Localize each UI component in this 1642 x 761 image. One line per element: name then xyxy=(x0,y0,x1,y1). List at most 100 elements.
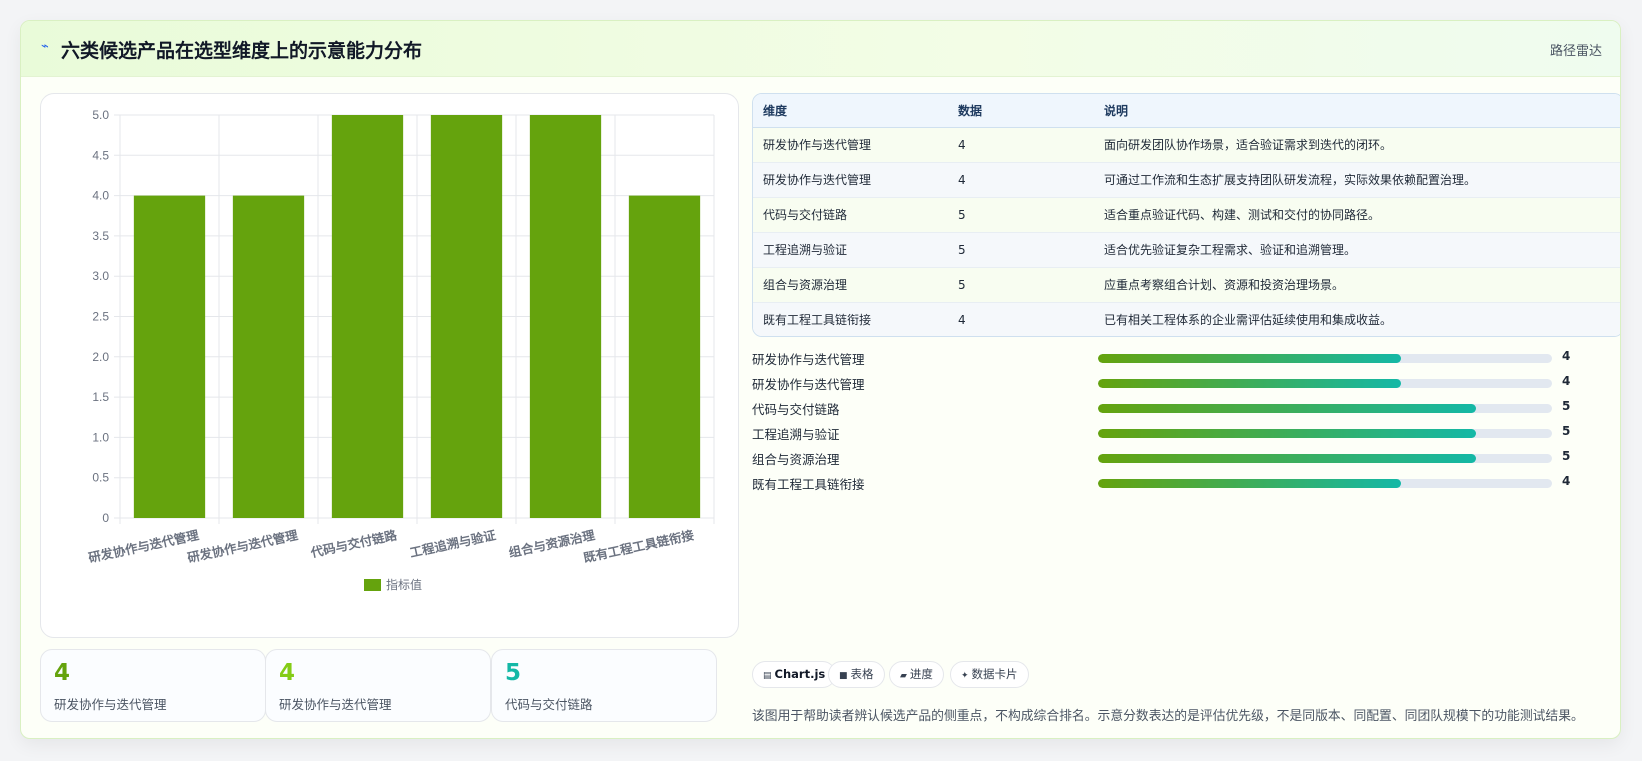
progress-list: 研发协作与迭代管理 4 研发协作与迭代管理 4 代码与交付链路 5 工程追溯与验证 5 组合与资… xyxy=(752,347,1620,497)
stat-label: 代码与交付链路 xyxy=(505,697,593,712)
path-radar-link[interactable]: 路径雷达 xyxy=(1550,40,1602,59)
y-tick-label: 2.5 xyxy=(92,310,109,324)
table-row: 工程追溯与验证 5 适合优先验证复杂工程需求、验证和追溯管理。 xyxy=(753,232,1620,267)
x-tick-label: 既有工程工具链衔接 xyxy=(582,527,696,565)
progress-track xyxy=(1098,429,1552,438)
cell-dimension: 代码与交付链路 xyxy=(763,208,848,222)
cell-description: 可通过工作流和生态扩展支持团队研发流程，实际效果依赖配置治理。 xyxy=(1104,173,1477,187)
cell-description: 已有相关工程体系的企业需评估延续使用和集成收益。 xyxy=(1104,313,1393,327)
bar xyxy=(628,195,701,518)
stat-value: 4 xyxy=(279,660,296,686)
stat-label: 研发协作与迭代管理 xyxy=(54,697,167,712)
stat-card: 5 代码与交付链路 xyxy=(491,649,717,722)
progress-row: 组合与资源治理 5 xyxy=(752,447,1620,472)
y-tick-label: 3.0 xyxy=(92,269,109,283)
cell-value: 4 xyxy=(958,312,966,327)
progress-value: 5 xyxy=(1562,449,1571,463)
progress-track xyxy=(1098,479,1552,488)
progress-fill xyxy=(1098,404,1477,413)
table-row: 研发协作与迭代管理 4 面向研发团队协作场景，适合验证需求到迭代的闭环。 xyxy=(753,127,1620,162)
progress-label: 研发协作与迭代管理 xyxy=(752,352,865,367)
bar xyxy=(331,115,404,518)
bar-chart: 0 0.5 1.0 1.5 2.0 2.5 3.0 3.5 4.0 4.5 5.0 研发协作与迭代管理… xyxy=(87,108,715,592)
progress-fill xyxy=(1098,379,1401,388)
stat-card: 4 研发协作与迭代管理 xyxy=(265,649,491,722)
table-row: 既有工程工具链衔接 4 已有相关工程体系的企业需评估延续使用和集成收益。 xyxy=(753,302,1620,336)
bar xyxy=(232,195,305,518)
chip-table[interactable]: ■ 表格 xyxy=(828,661,885,688)
bar-chart-panel: 0 0.5 1.0 1.5 2.0 2.5 3.0 3.5 4.0 4.5 5.0 研发协作与迭代管理… xyxy=(40,93,739,638)
y-tick-label: 4.0 xyxy=(92,189,109,203)
bar xyxy=(133,195,206,518)
x-tick-label: 研发协作与迭代管理 xyxy=(186,527,300,565)
y-tick-label: 1.5 xyxy=(92,390,109,404)
data-table: 维度 数据 说明 研发协作与迭代管理 4 面向研发团队协作场景，适合验证需求到迭代的… xyxy=(753,94,1620,336)
x-tick-label: 工程追溯与验证 xyxy=(408,527,497,560)
stat-value: 4 xyxy=(54,660,71,686)
chart-icon: ▤ xyxy=(763,671,772,681)
progress-label: 组合与资源治理 xyxy=(752,452,840,467)
cell-dimension: 组合与资源治理 xyxy=(763,278,848,292)
cell-description: 适合优先验证复杂工程需求、验证和追溯管理。 xyxy=(1104,243,1357,257)
cell-value: 5 xyxy=(958,242,966,257)
progress-row: 既有工程工具链衔接 4 xyxy=(752,472,1620,497)
cell-value: 5 xyxy=(958,277,966,292)
progress-track xyxy=(1098,354,1552,363)
chip-chart[interactable]: ▤ Chart.js xyxy=(752,661,837,688)
progress-value: 5 xyxy=(1562,424,1571,438)
progress-fill xyxy=(1098,354,1401,363)
y-tick-label: 0 xyxy=(102,511,109,525)
progress-value: 5 xyxy=(1562,399,1571,413)
x-tick-label: 研发协作与迭代管理 xyxy=(87,527,201,565)
col-header-description: 说明 xyxy=(1094,94,1620,128)
progress-label: 研发协作与迭代管理 xyxy=(752,377,865,392)
cell-dimension: 研发协作与迭代管理 xyxy=(763,173,872,187)
y-tick-label: 2.0 xyxy=(92,350,109,364)
progress-track xyxy=(1098,379,1552,388)
chip-sparkle[interactable]: ✦ 数据卡片 xyxy=(950,661,1029,688)
stat-label: 研发协作与迭代管理 xyxy=(279,697,392,712)
progress-label: 工程追溯与验证 xyxy=(752,427,840,442)
bar xyxy=(430,115,503,518)
cell-value: 4 xyxy=(958,172,966,187)
x-tick-label: 代码与交付链路 xyxy=(308,527,398,560)
card-header: ⌁ 六类候选产品在选型维度上的示意能力分布 路径雷达 xyxy=(21,21,1620,77)
progress-value: 4 xyxy=(1562,474,1571,488)
chip-label: 进度 xyxy=(909,667,933,681)
cell-dimension: 研发协作与迭代管理 xyxy=(763,138,872,152)
cell-description: 应重点考察组合计划、资源和投资治理场景。 xyxy=(1104,278,1345,292)
col-header-value: 数据 xyxy=(948,94,1094,128)
progress-label: 代码与交付链路 xyxy=(752,402,840,417)
table-row: 组合与资源治理 5 应重点考察组合计划、资源和投资治理场景。 xyxy=(753,267,1620,302)
progress-track xyxy=(1098,404,1552,413)
legend-label: 指标值 xyxy=(386,577,422,592)
chip-label: 表格 xyxy=(850,667,874,681)
progress-label: 既有工程工具链衔接 xyxy=(752,477,865,492)
cell-description: 适合重点验证代码、构建、测试和交付的协同路径。 xyxy=(1104,208,1381,222)
progress-row: 研发协作与迭代管理 4 xyxy=(752,372,1620,397)
stat-value: 5 xyxy=(505,660,522,686)
progress-fill xyxy=(1098,454,1477,463)
progress-row: 工程追溯与验证 5 xyxy=(752,422,1620,447)
table-row: 研发协作与迭代管理 4 可通过工作流和生态扩展支持团队研发流程，实际效果依赖配置治理… xyxy=(753,162,1620,197)
stat-card: 4 研发协作与迭代管理 xyxy=(40,649,266,722)
progress-fill xyxy=(1098,429,1477,438)
chart-card: ⌁ 六类候选产品在选型维度上的示意能力分布 路径雷达 0 0.5 1.0 1.5 2.0… xyxy=(20,20,1621,739)
chip-progress[interactable]: ▰ 进度 xyxy=(889,661,944,688)
legend-swatch xyxy=(364,579,381,591)
table-icon: ■ xyxy=(839,671,848,681)
cell-value: 4 xyxy=(958,137,966,152)
table-row: 代码与交付链路 5 适合重点验证代码、构建、测试和交付的协同路径。 xyxy=(753,197,1620,232)
page-title: 六类候选产品在选型维度上的示意能力分布 xyxy=(61,40,423,62)
chip-label: Chart.js xyxy=(774,667,826,681)
sparkline-icon: ⌁ xyxy=(41,39,49,54)
progress-track xyxy=(1098,454,1552,463)
table-header-row: 维度 数据 说明 xyxy=(753,94,1620,128)
y-tick-label: 4.5 xyxy=(92,148,109,162)
progress-value: 4 xyxy=(1562,349,1571,363)
cell-dimension: 工程追溯与验证 xyxy=(763,243,848,257)
col-header-dimension: 维度 xyxy=(753,94,948,128)
progress-fill xyxy=(1098,479,1401,488)
y-tick-label: 3.5 xyxy=(92,229,109,243)
y-tick-label: 0.5 xyxy=(92,471,109,485)
